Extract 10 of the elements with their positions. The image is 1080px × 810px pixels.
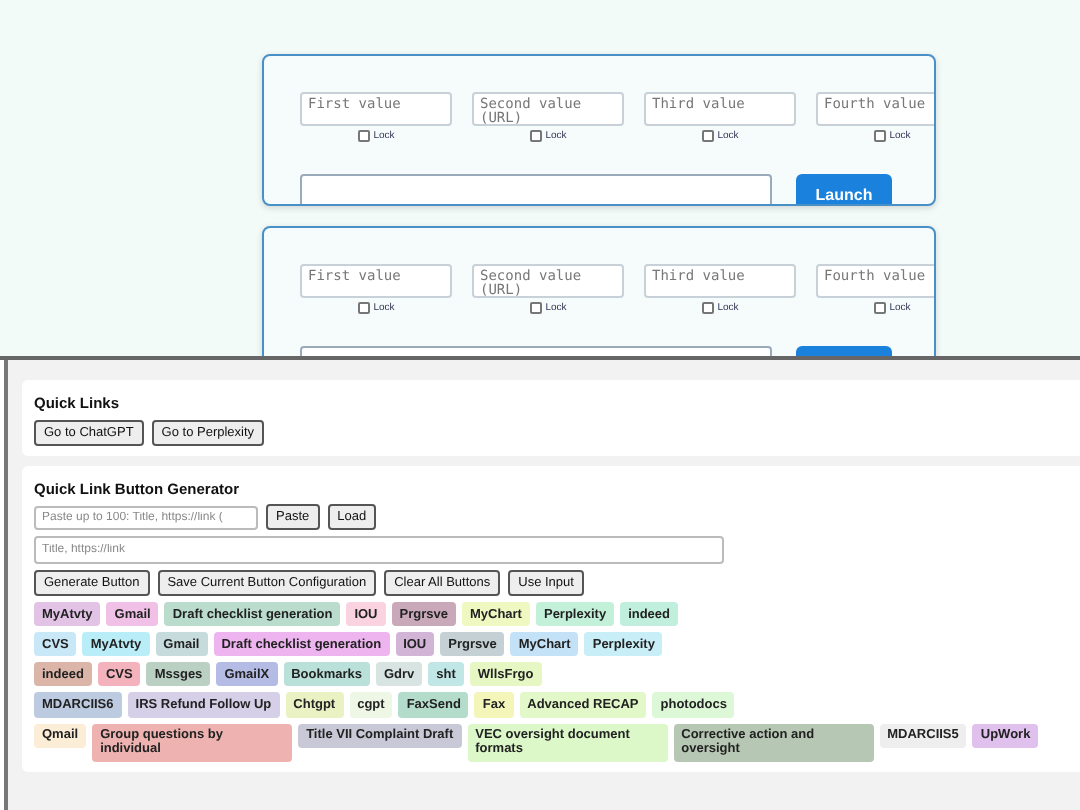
lock-checkbox[interactable] (357, 130, 370, 142)
lock-checkbox[interactable] (701, 130, 714, 142)
lock-checkbox[interactable] (873, 302, 886, 314)
lock-checkbox[interactable] (529, 130, 542, 142)
lock-checkbox[interactable] (873, 130, 886, 142)
lock-checkbox[interactable] (529, 302, 542, 314)
launch-button[interactable]: Launch (796, 174, 892, 204)
lock-checkbox[interactable] (701, 302, 714, 314)
command-field[interactable] (300, 174, 772, 204)
lock-checkbox[interactable] (357, 302, 370, 314)
